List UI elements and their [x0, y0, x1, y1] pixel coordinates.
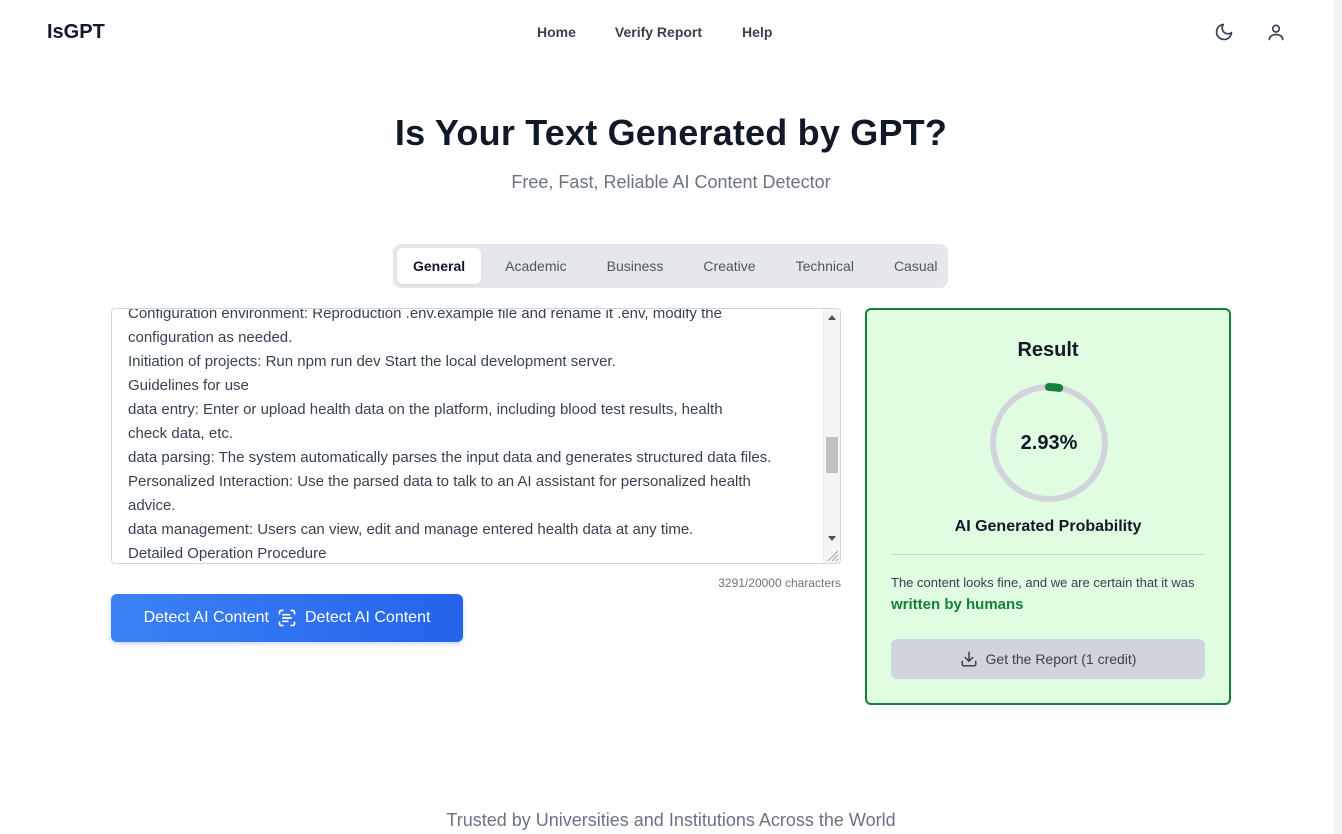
get-report-button[interactable]: Get the Report (1 credit): [891, 639, 1205, 679]
detect-button-label-secondary: Detect AI Content: [305, 609, 431, 626]
verdict-text: The content looks fine, and we are certa…: [891, 572, 1211, 616]
download-icon: [961, 651, 977, 667]
editor-scrollbar[interactable]: [823, 309, 840, 563]
scan-text-icon: [278, 609, 296, 627]
scroll-down-arrow-icon[interactable]: [828, 536, 836, 541]
detect-ai-content-button[interactable]: Detect AI Content Detect AI Content: [111, 594, 463, 642]
moon-icon[interactable]: [1212, 20, 1236, 44]
editor-line: data parsing: The system automatically p…: [128, 449, 772, 466]
page-subtitle: Free, Fast, Reliable AI Content Detector: [511, 172, 831, 192]
editor-line: advice.: [128, 497, 176, 514]
get-report-label: Get the Report (1 credit): [985, 651, 1137, 667]
detect-button-label: Detect AI Content: [143, 609, 269, 626]
editor-line: Personalized Interaction: Use the parsed…: [128, 473, 751, 490]
tab-creative[interactable]: Creative: [687, 248, 771, 284]
divider: [891, 554, 1205, 555]
scroll-up-arrow-icon[interactable]: [828, 315, 836, 320]
verdict-prefix: The content looks fine, and we are certa…: [891, 575, 1195, 590]
nav-verify-report-link[interactable]: Verify Report: [615, 24, 702, 40]
editor-line: Guidelines for use: [128, 377, 249, 394]
text-input-area[interactable]: Configuration environment: Reproduction …: [111, 308, 841, 564]
page-title: Is Your Text Generated by GPT?: [394, 112, 948, 153]
user-icon[interactable]: [1264, 20, 1288, 44]
top-navbar: IsGPT Home Verify Report Help: [0, 0, 1334, 64]
editor-line: Initiation of projects: Run npm run dev …: [128, 353, 616, 370]
main-nav: Home Verify Report Help: [537, 24, 772, 40]
editor-line: configuration as needed.: [128, 329, 293, 346]
editor-line: Detailed Operation Procedure: [128, 545, 327, 562]
probability-label: AI Generated Probability: [954, 518, 1142, 535]
trusted-by-heading: Trusted by Universities and Institutions…: [446, 810, 896, 830]
nav-home-link[interactable]: Home: [537, 24, 576, 40]
character-count: 3291/20000 characters: [718, 576, 841, 590]
style-tabs: General Academic Business Creative Techn…: [393, 244, 948, 288]
editor-line: Configuration environment: Reproduction …: [128, 308, 722, 322]
result-title: Result: [1017, 339, 1079, 361]
tab-general[interactable]: General: [397, 248, 482, 284]
tab-casual[interactable]: Casual: [878, 248, 954, 284]
tab-business[interactable]: Business: [591, 248, 680, 284]
editor-line: check data, etc.: [128, 425, 234, 442]
resize-handle-icon[interactable]: [825, 548, 839, 562]
tab-academic[interactable]: Academic: [489, 248, 582, 284]
verdict-highlight: written by humans: [891, 596, 1024, 613]
scrollbar-thumb[interactable]: [826, 437, 838, 473]
probability-gauge: 2.93%: [988, 382, 1110, 504]
nav-help-link[interactable]: Help: [742, 24, 772, 40]
editor-line: data management: Users can view, edit an…: [128, 521, 694, 538]
tab-technical[interactable]: Technical: [780, 248, 870, 284]
logo[interactable]: IsGPT: [47, 21, 105, 44]
result-panel: Result 2.93% AI Generated Probability Th…: [865, 308, 1231, 705]
editor-line: data entry: Enter or upload health data …: [128, 401, 723, 418]
editor-content[interactable]: Configuration environment: Reproduction …: [128, 308, 818, 563]
probability-value: 2.93%: [1020, 431, 1078, 454]
